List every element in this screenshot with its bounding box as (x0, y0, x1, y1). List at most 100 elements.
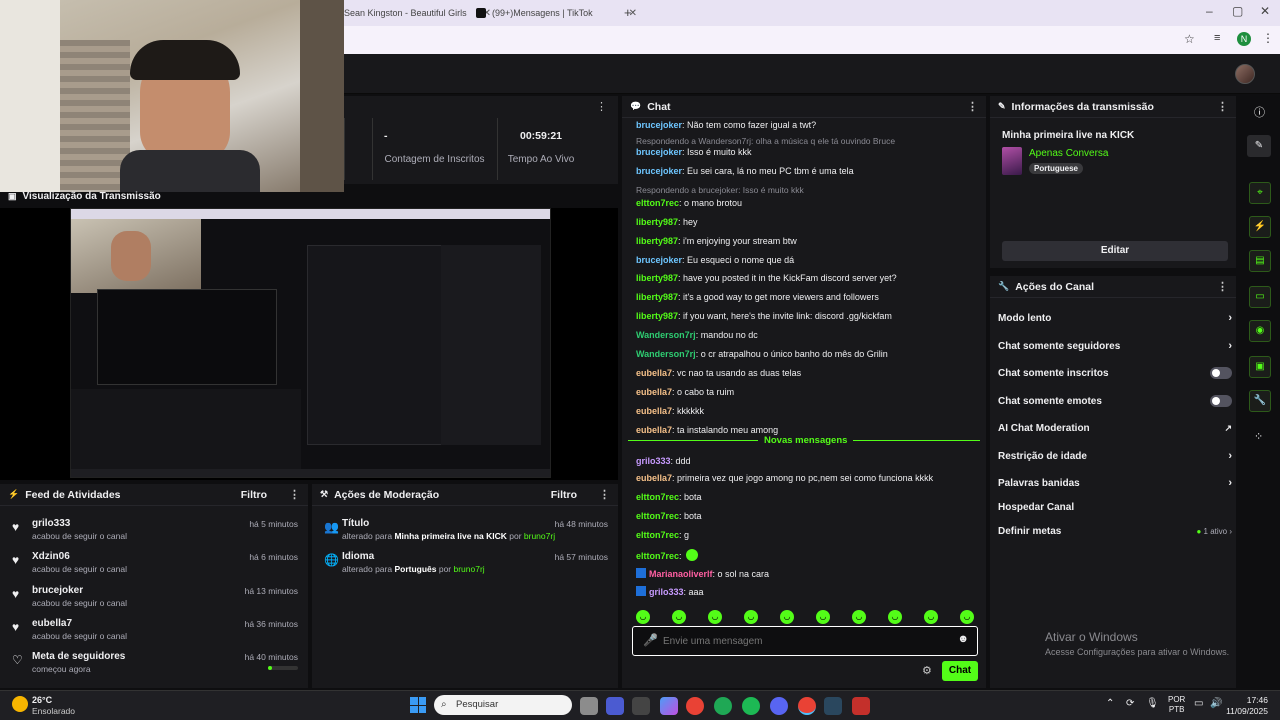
teams-icon[interactable] (606, 697, 624, 715)
chat-username[interactable]: liberty987 (636, 311, 678, 321)
spotify-icon[interactable] (742, 697, 760, 715)
star-icon[interactable]: ☆ (1184, 32, 1195, 46)
chat-username[interactable]: eltton7rec (636, 492, 679, 502)
chat-rail-icon[interactable]: ▭ (1249, 286, 1271, 308)
emote-icon[interactable]: ◡ (960, 610, 974, 624)
network-icon[interactable]: ▭ (1194, 698, 1203, 709)
xbox-icon[interactable] (714, 697, 732, 715)
chat-username[interactable]: Wanderson7rj (636, 349, 696, 359)
tab-tiktok[interactable]: (99+)Mensagens | TikTok ✕ (476, 4, 637, 22)
wrench-rail-icon[interactable]: 🔧 (1249, 390, 1271, 412)
screen-icon[interactable]: ⌖ (1249, 182, 1271, 204)
media-icon[interactable]: ≡ (1214, 32, 1220, 44)
gear-icon[interactable]: ⚙ (922, 664, 932, 677)
app2-icon[interactable] (852, 697, 870, 715)
emote-icon[interactable]: ◡ (888, 610, 902, 624)
list-item[interactable]: ♡ Meta de seguidores começou agora há 40… (0, 649, 308, 681)
edit-icon[interactable]: ✎ (1247, 135, 1271, 157)
tab-beautiful-girls[interactable]: Sean Kingston - Beautiful Girls ✕ (344, 4, 491, 22)
chat-username[interactable]: brucejoker (636, 166, 682, 176)
chat-username[interactable]: grilo333 (636, 456, 671, 466)
emote-icon[interactable]: ◡ (924, 610, 938, 624)
action-emotes-only[interactable]: Chat somente emotes (998, 392, 1232, 410)
info-icon[interactable]: ⓘ (1254, 104, 1265, 120)
emote-icon[interactable]: ◡ (708, 610, 722, 624)
chrome-icon[interactable] (686, 697, 704, 715)
emote-icon[interactable]: ◡ (636, 610, 650, 624)
action-set-goals[interactable]: Definir metas ● 1 ativo › (998, 522, 1232, 540)
edit-button[interactable]: Editar (1002, 241, 1228, 261)
app-icon[interactable] (632, 697, 650, 715)
chat-username[interactable]: liberty987 (636, 217, 678, 227)
emote-icon[interactable]: ◡ (744, 610, 758, 624)
action-slow-mode[interactable]: Modo lento › (998, 309, 1232, 327)
notes-icon[interactable]: ▤ (1249, 250, 1271, 272)
list-item[interactable]: ♥ eubella7 acabou de seguir o canal há 3… (0, 616, 308, 648)
chat-username[interactable]: eubella7 (636, 425, 672, 435)
chat-username[interactable]: brucejoker (636, 120, 682, 130)
chat-username[interactable]: grilo333 (649, 587, 684, 597)
chat-username[interactable]: eltton7rec (636, 530, 679, 540)
widgets-icon[interactable]: ⁘ (1254, 430, 1263, 443)
clock[interactable]: 17:46 11/09/2025 (1226, 695, 1268, 717)
action-banned-words[interactable]: Palavras banidas › (998, 474, 1232, 492)
profile-button[interactable]: N (1237, 32, 1251, 46)
chat-input[interactable] (663, 632, 943, 650)
moderation-filter-button[interactable]: Filtro (551, 489, 577, 501)
chat-username[interactable]: eubella7 (636, 473, 672, 483)
action-followers-only[interactable]: Chat somente seguidores › (998, 337, 1232, 355)
mic-tray-icon[interactable]: 🎙 (1146, 698, 1159, 709)
emote-icon[interactable]: ◡ (852, 610, 866, 624)
sync-icon[interactable]: ⟳ (1126, 698, 1134, 709)
activity-filter-button[interactable]: Filtro (241, 489, 267, 501)
taskbar-search[interactable]: ⌕ Pesquisar (434, 695, 572, 715)
chat-username[interactable]: brucejoker (636, 255, 682, 265)
windows-start-icon[interactable] (410, 697, 426, 713)
emote-icon[interactable]: ◡ (780, 610, 794, 624)
stats-menu-icon[interactable]: ⋮ (596, 100, 607, 113)
list-item[interactable]: ♥ grilo333 acabou de seguir o canal há 5… (0, 516, 308, 548)
discord-icon[interactable] (770, 697, 788, 715)
maximize-icon[interactable]: ▢ (1232, 4, 1243, 18)
chat-username[interactable]: eltton7rec (636, 511, 679, 521)
list-item[interactable]: ♥ brucejoker acabou de seguir o canal há… (0, 583, 308, 615)
activity-menu-icon[interactable]: ⋮ (289, 488, 300, 501)
stream-preview[interactable] (0, 208, 618, 480)
action-age-restriction[interactable]: Restrição de idade › (998, 447, 1232, 465)
menu-icon[interactable]: ⋮ (1262, 31, 1274, 45)
language-indicator[interactable]: POR PTB (1168, 695, 1185, 715)
bolt-rail-icon[interactable]: ⚡ (1249, 216, 1271, 238)
chat-username[interactable]: eubella7 (636, 387, 672, 397)
emote-icon[interactable]: ◡ (816, 610, 830, 624)
action-ai-moderation[interactable]: AI Chat Moderation ↗ (998, 419, 1232, 437)
copilot-icon[interactable] (660, 697, 678, 715)
chat-username[interactable]: Marianaoliverlf (649, 569, 713, 579)
info-menu-icon[interactable]: ⋮ (1217, 100, 1228, 113)
list-item[interactable]: ♥ Xdzin06 acabou de seguir o canal há 6 … (0, 549, 308, 581)
steam-icon[interactable] (824, 697, 842, 715)
new-tab-button[interactable]: + (624, 5, 632, 20)
chat-username[interactable]: eltton7rec (636, 198, 679, 208)
close-window-icon[interactable]: ✕ (1260, 4, 1270, 18)
category-link[interactable]: Apenas Conversa (1029, 148, 1109, 159)
broadcast-icon[interactable]: ◉ (1249, 320, 1271, 342)
chat-username[interactable]: Wanderson7rj (636, 330, 696, 340)
chat-username[interactable]: eubella7 (636, 406, 672, 416)
minimize-icon[interactable]: – (1206, 4, 1213, 18)
emote-icon[interactable]: ◡ (672, 610, 686, 624)
chrome-active-icon[interactable] (798, 697, 816, 715)
toggle-switch[interactable] (1210, 395, 1232, 407)
actions-menu-icon[interactable]: ⋮ (1217, 280, 1228, 293)
moderation-menu-icon[interactable]: ⋮ (599, 488, 610, 501)
chat-input-box[interactable]: 🎤 ☻ (632, 626, 978, 656)
chat-username[interactable]: liberty987 (636, 292, 678, 302)
chat-username[interactable]: eubella7 (636, 368, 672, 378)
chat-username[interactable]: eltton7rec (636, 551, 679, 561)
send-chat-button[interactable]: Chat (942, 661, 978, 681)
action-host-channel[interactable]: Hospedar Canal (998, 498, 1232, 516)
chat-username[interactable]: liberty987 (636, 236, 678, 246)
avatar[interactable] (1235, 64, 1255, 84)
task-view-icon[interactable] (580, 697, 598, 715)
toggle-switch[interactable] (1210, 367, 1232, 379)
moderation-rail-icon[interactable]: ▣ (1249, 356, 1271, 378)
